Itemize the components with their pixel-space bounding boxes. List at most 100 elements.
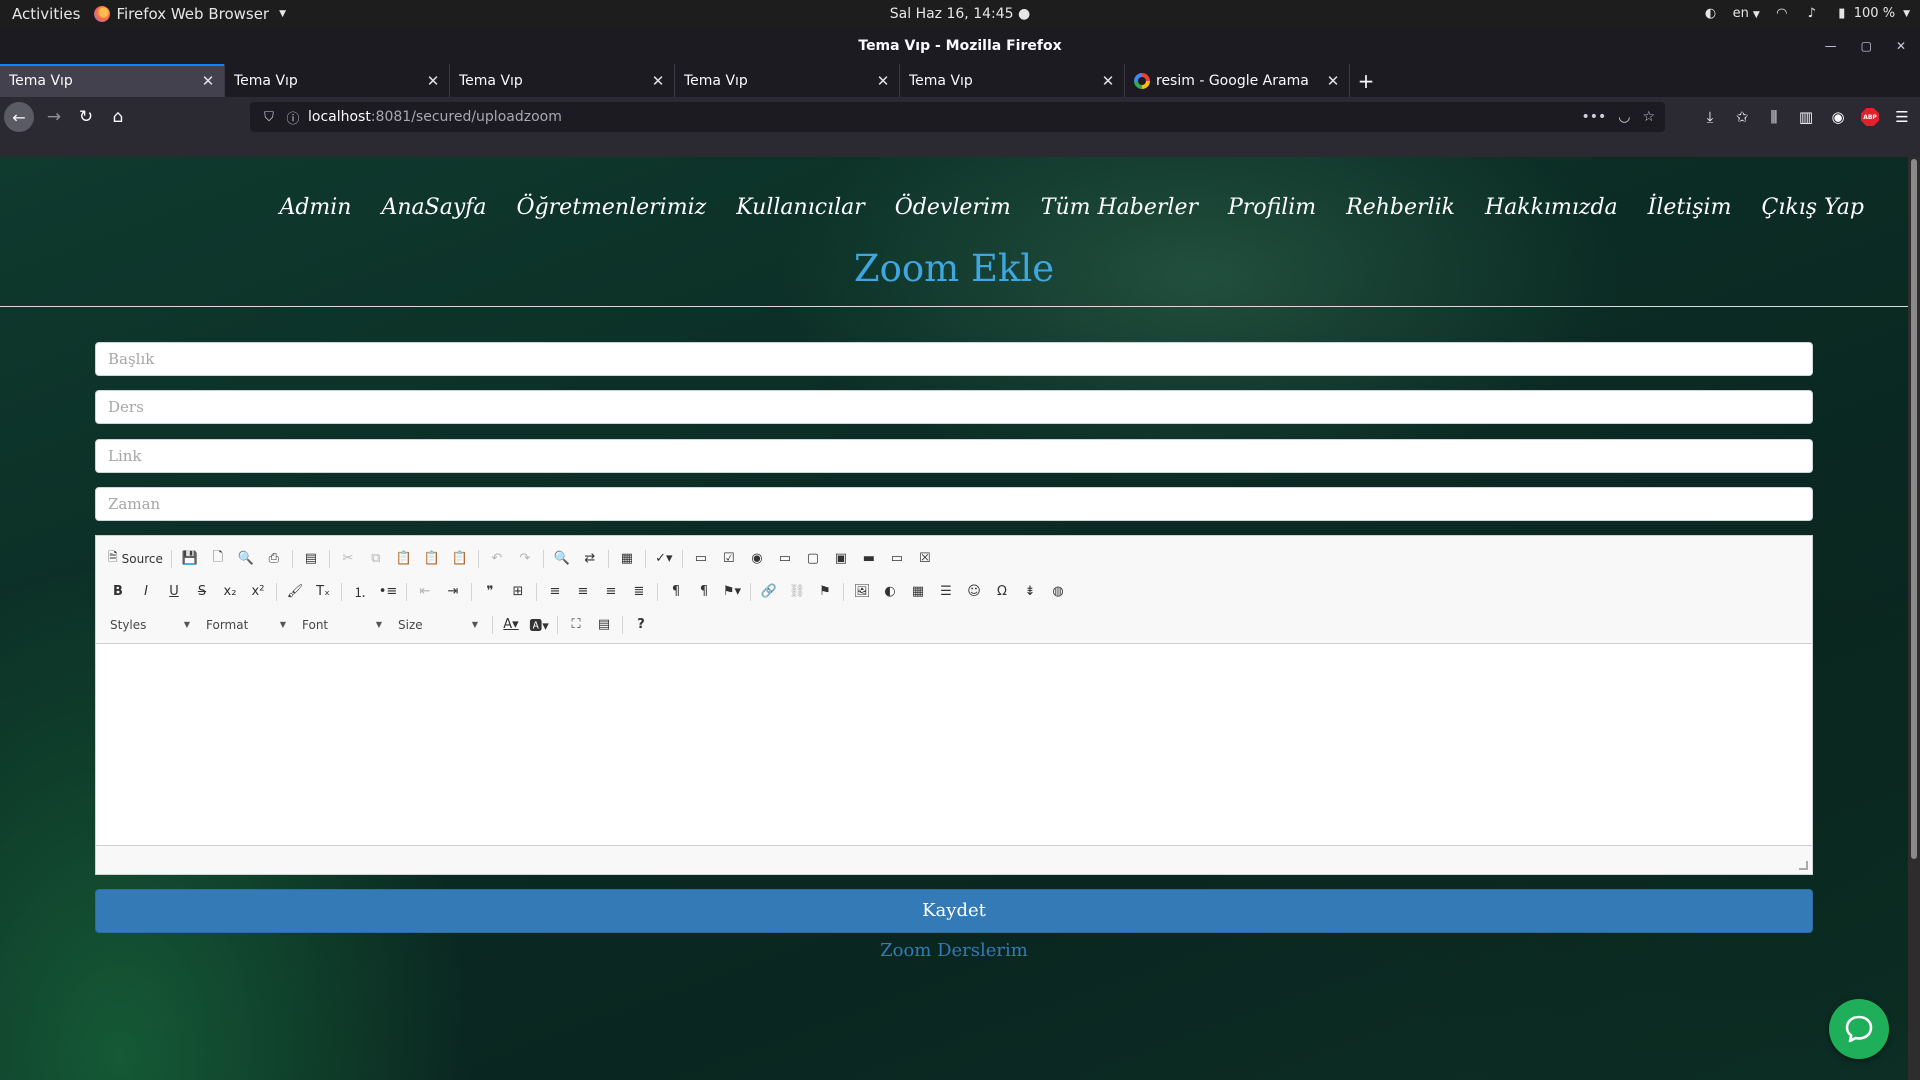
paste-icon[interactable]: 📋 <box>390 547 418 571</box>
maximize-icon[interactable]: ⛶ <box>562 613 590 637</box>
wifi-icon[interactable]: ◠ <box>1774 6 1790 22</box>
save-button[interactable]: Kaydet <box>95 889 1813 933</box>
browser-tab[interactable]: Tema Vıp ✕ <box>0 64 225 97</box>
close-tab-icon[interactable]: ✕ <box>200 72 216 90</box>
pocket-icon[interactable]: ◡ <box>1618 109 1630 125</box>
activities-button[interactable]: Activities <box>0 5 92 23</box>
cut-icon[interactable]: ✂ <box>334 547 362 571</box>
new-page-icon[interactable]: 🗋 <box>204 547 232 571</box>
close-window-icon[interactable]: ✕ <box>1896 39 1906 53</box>
text-color-icon[interactable]: A▾ <box>497 613 525 637</box>
nav-link-hakkimizda[interactable]: Hakkımızda <box>1485 195 1618 220</box>
remove-format-icon[interactable]: Tₓ <box>309 580 337 604</box>
form-icon[interactable]: ▭ <box>687 547 715 571</box>
select-field-icon[interactable]: ▣ <box>827 547 855 571</box>
bookmarks-button[interactable]: ✩ <box>1730 101 1754 133</box>
nav-link-admin[interactable]: Admin <box>279 195 351 220</box>
print-icon[interactable]: ⎙ <box>260 547 288 571</box>
replace-icon[interactable]: ⇄ <box>576 547 604 571</box>
paste-text-icon[interactable]: 📋 <box>418 547 446 571</box>
radio-icon[interactable]: ◉ <box>743 547 771 571</box>
downloads-button[interactable]: ⤓ <box>1698 101 1722 133</box>
info-icon[interactable]: ⓘ <box>284 108 302 127</box>
image-icon[interactable]: 🖼 <box>848 580 876 604</box>
unlink-icon[interactable]: ⛓ <box>783 580 811 604</box>
iframe-icon[interactable]: ◍ <box>1044 580 1072 604</box>
underline-icon[interactable]: U <box>160 580 188 604</box>
bulleted-list-icon[interactable]: •≡ <box>374 580 402 604</box>
copy-icon[interactable]: ⧉ <box>362 547 390 571</box>
numbered-list-icon[interactable]: ⒈ <box>346 580 374 604</box>
templates-icon[interactable]: ▤ <box>297 547 325 571</box>
superscript-icon[interactable]: x² <box>244 580 272 604</box>
minimize-icon[interactable]: — <box>1825 39 1837 53</box>
shield-icon[interactable]: ⛉ <box>260 110 278 125</box>
horizontal-line-icon[interactable]: ☰ <box>932 580 960 604</box>
nav-link-ogretmenlerimiz[interactable]: Öğretmenlerimiz <box>517 195 707 220</box>
background-color-icon[interactable]: 🅰▾ <box>525 613 553 637</box>
anchor-icon[interactable]: ⚑ <box>811 580 839 604</box>
show-blocks-icon[interactable]: ▤ <box>590 613 618 637</box>
text-field-icon[interactable]: ▭ <box>771 547 799 571</box>
button-field-icon[interactable]: ▬ <box>855 547 883 571</box>
redo-icon[interactable]: ↷ <box>511 547 539 571</box>
nav-link-profilim[interactable]: Profilim <box>1228 195 1316 220</box>
nav-link-rehberlik[interactable]: Rehberlik <box>1346 195 1455 220</box>
page-break-icon[interactable]: ⇟ <box>1016 580 1044 604</box>
nav-link-anasayfa[interactable]: AnaSayfa <box>381 195 486 220</box>
library-button[interactable]: ⫼ <box>1762 101 1786 133</box>
maximize-icon[interactable]: ▢ <box>1861 39 1872 53</box>
paste-word-icon[interactable]: 📋 <box>446 547 474 571</box>
flash-icon[interactable]: ◐ <box>876 580 904 604</box>
preview-icon[interactable]: 🔍 <box>232 547 260 571</box>
align-right-icon[interactable]: ≡ <box>597 580 625 604</box>
browser-tab[interactable]: Tema Vıp ✕ <box>450 64 675 97</box>
format-dropdown[interactable]: Format ▼ <box>200 613 292 637</box>
text-direction-rtl-icon[interactable]: ¶ <box>690 580 718 604</box>
scrollbar-thumb[interactable] <box>1911 159 1917 859</box>
link-input[interactable] <box>95 439 1813 473</box>
zoom-lessons-link[interactable]: Zoom Derslerim <box>0 940 1908 961</box>
align-justify-icon[interactable]: ≣ <box>625 580 653 604</box>
table-icon[interactable]: ▦ <box>904 580 932 604</box>
spellcheck-icon[interactable]: ✓▾ <box>650 547 678 571</box>
bold-icon[interactable]: B <box>104 580 132 604</box>
home-button[interactable]: ⌂ <box>102 101 134 133</box>
indent-icon[interactable]: ⇥ <box>439 580 467 604</box>
browser-tab[interactable]: Tema Vıp ✕ <box>675 64 900 97</box>
nav-link-tum-haberler[interactable]: Tüm Haberler <box>1041 195 1198 220</box>
save-icon[interactable]: 💾 <box>176 547 204 571</box>
chat-widget-button[interactable] <box>1829 999 1889 1059</box>
course-input[interactable] <box>95 390 1813 424</box>
blockquote-icon[interactable]: ❞ <box>476 580 504 604</box>
styles-dropdown[interactable]: Styles ▼ <box>104 613 196 637</box>
page-actions-icon[interactable]: ••• <box>1581 109 1606 125</box>
forward-button[interactable]: → <box>38 101 70 133</box>
accessibility-icon[interactable]: ◐ <box>1703 6 1719 22</box>
find-icon[interactable]: 🔍 <box>548 547 576 571</box>
subscript-icon[interactable]: x₂ <box>216 580 244 604</box>
font-dropdown[interactable]: Font ▼ <box>296 613 388 637</box>
close-tab-icon[interactable]: ✕ <box>875 72 891 90</box>
title-input[interactable] <box>95 342 1813 376</box>
link-icon[interactable]: 🔗 <box>755 580 783 604</box>
italic-icon[interactable]: I <box>132 580 160 604</box>
copy-format-icon[interactable]: 🖌 <box>281 580 309 604</box>
adblock-button[interactable]: ABP <box>1858 101 1882 133</box>
align-left-icon[interactable]: ≡ <box>541 580 569 604</box>
outdent-icon[interactable]: ⇤ <box>411 580 439 604</box>
back-button[interactable]: ← <box>4 102 34 132</box>
text-direction-ltr-icon[interactable]: ¶ <box>662 580 690 604</box>
close-tab-icon[interactable]: ✕ <box>1325 72 1341 90</box>
source-button[interactable]: 🗎 Source <box>104 547 167 571</box>
select-all-icon[interactable]: ▦ <box>613 547 641 571</box>
reload-button[interactable]: ↻ <box>70 101 102 133</box>
browser-tab[interactable]: Tema Vıp ✕ <box>225 64 450 97</box>
textarea-icon[interactable]: ▢ <box>799 547 827 571</box>
close-tab-icon[interactable]: ✕ <box>425 72 441 90</box>
resize-handle-icon[interactable] <box>1799 861 1808 870</box>
sidebar-button[interactable]: ▥ <box>1794 101 1818 133</box>
image-button-icon[interactable]: ▭ <box>883 547 911 571</box>
align-center-icon[interactable]: ≡ <box>569 580 597 604</box>
smiley-icon[interactable]: ☺ <box>960 580 988 604</box>
